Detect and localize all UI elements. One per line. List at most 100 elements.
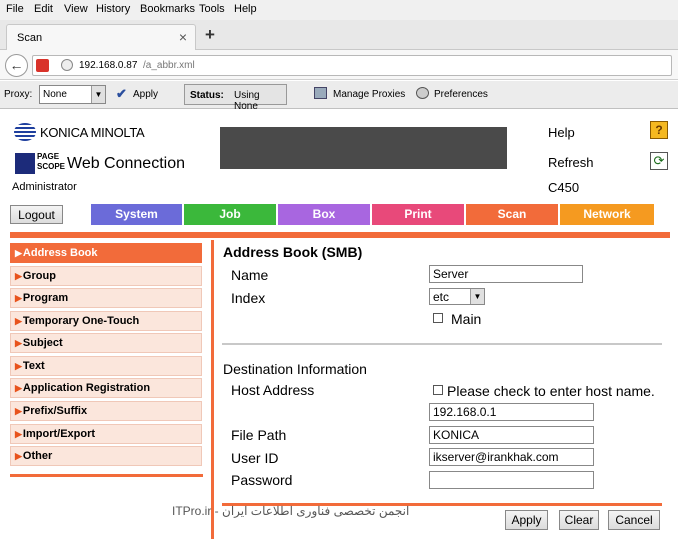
host-name-checkbox-label: Please check to enter host name.	[447, 383, 655, 399]
menu-history[interactable]: History	[96, 3, 130, 15]
menu-bar: File Edit View History Bookmarks Tools H…	[0, 0, 678, 20]
pagescope-logo-icon	[15, 153, 35, 174]
sidebar-item-label: Application Registration	[22, 382, 151, 394]
preferences-button[interactable]: Preferences	[434, 89, 488, 100]
proxy-select-value: None	[43, 89, 67, 100]
watermark-text: انجمن تخصصی فناوری اطلاعات ایران - ITPro…	[172, 504, 410, 518]
proxy-label: Proxy:	[4, 89, 33, 100]
sidebar-item-address-book[interactable]: ▶Address Book	[10, 243, 202, 263]
clear-button[interactable]: Clear	[559, 510, 599, 530]
checkmark-icon: ✔	[116, 86, 127, 101]
sidebar-item-label: Temporary One-Touch	[22, 315, 140, 327]
sidebar-item-label: Group	[22, 270, 56, 282]
pagescope-line2: SCOPE	[37, 162, 66, 171]
network-icon	[314, 87, 327, 99]
sidebar-item-program[interactable]: ▶Program	[10, 288, 202, 308]
arrow-right-icon: ▶	[15, 271, 22, 281]
user-id-input[interactable]: ikserver@irankhak.com	[429, 448, 594, 466]
password-label: Password	[231, 472, 293, 488]
menu-bookmarks[interactable]: Bookmarks	[140, 3, 195, 15]
menu-tools[interactable]: Tools	[199, 3, 225, 15]
main-checkbox-label: Main	[451, 311, 482, 327]
browser-tab-scan[interactable]: Scan ×	[6, 24, 196, 51]
proxy-select[interactable]: None ▼	[39, 85, 106, 104]
menu-help[interactable]: Help	[234, 3, 257, 15]
proxy-toolbar: Proxy: None ▼ ✔ Apply Status: Using None…	[0, 81, 678, 112]
host-address-label: Host Address	[231, 382, 315, 398]
index-label: Index	[231, 290, 266, 306]
arrow-right-icon: ▶	[15, 361, 22, 371]
site-identity-icon[interactable]	[36, 59, 49, 72]
sidebar-item-temporary-one-touch[interactable]: ▶Temporary One-Touch	[10, 311, 202, 331]
arrow-right-icon: ▶	[15, 406, 22, 416]
help-icon[interactable]: ?	[650, 121, 668, 139]
password-input[interactable]	[429, 471, 594, 489]
sidebar-item-other[interactable]: ▶Other	[10, 446, 202, 466]
tab-box[interactable]: Box	[278, 204, 372, 225]
index-select[interactable]: etc ▼	[429, 288, 485, 305]
tab-scan[interactable]: Scan	[466, 204, 560, 225]
name-label: Name	[231, 267, 269, 283]
sidebar-item-label: Subject	[22, 337, 63, 349]
apply-button[interactable]: Apply	[505, 510, 548, 530]
refresh-icon[interactable]: ⟳	[650, 152, 668, 170]
sidebar-item-label: Text	[22, 360, 45, 372]
help-link[interactable]: Help	[548, 125, 575, 140]
new-tab-icon[interactable]: +	[205, 25, 215, 45]
sidebar-item-subject[interactable]: ▶Subject	[10, 333, 202, 353]
user-id-label: User ID	[231, 450, 279, 466]
model-name: C450	[548, 180, 580, 195]
url-host: 192.168.0.87	[79, 60, 138, 71]
tab-job[interactable]: Job	[184, 204, 278, 225]
chevron-down-icon[interactable]: ▼	[470, 289, 484, 304]
file-path-input[interactable]: KONICA	[429, 426, 594, 444]
arrow-right-icon: ▶	[15, 338, 22, 348]
url-path: /a_abbr.xml	[143, 60, 195, 71]
sidebar-item-application-registration[interactable]: ▶Application Registration	[10, 378, 202, 398]
file-path-label: File Path	[231, 427, 287, 443]
apply-proxy-button[interactable]: Apply	[133, 89, 158, 100]
user-role: Administrator	[12, 181, 77, 193]
url-bar[interactable]: 192.168.0.87 /a_abbr.xml	[32, 55, 672, 76]
status-box: Status: Using None	[184, 84, 287, 112]
manage-proxies-button[interactable]: Manage Proxies	[333, 89, 405, 100]
product-name: Web Connection	[67, 155, 185, 172]
sidebar-item-prefix-suffix[interactable]: ▶Prefix/Suffix	[10, 401, 202, 421]
arrow-right-icon: ▶	[15, 248, 22, 258]
status-value: Using None	[234, 90, 260, 112]
sidebar-item-group[interactable]: ▶Group	[10, 266, 202, 286]
cancel-button[interactable]: Cancel	[608, 510, 660, 530]
tab-network[interactable]: Network	[560, 204, 654, 225]
logout-button[interactable]: Logout	[10, 205, 63, 224]
host-address-input[interactable]: 192.168.0.1	[429, 403, 594, 421]
tab-print[interactable]: Print	[372, 204, 466, 225]
menu-file[interactable]: File	[6, 3, 24, 15]
arrow-right-icon: ▶	[15, 429, 22, 439]
globe-icon	[61, 59, 73, 71]
arrow-right-icon: ▶	[15, 316, 22, 326]
sidebar-item-label: Other	[22, 450, 53, 462]
web-connection-page: KONICA MINOLTA PAGE SCOPE Web Connection…	[0, 110, 678, 539]
section-divider	[222, 343, 662, 345]
sidebar-item-label: Program	[22, 292, 69, 304]
sidebar-item-label: Import/Export	[22, 428, 96, 440]
name-input[interactable]: Server	[429, 265, 583, 283]
refresh-link[interactable]: Refresh	[548, 155, 594, 170]
chevron-down-icon[interactable]: ▼	[91, 86, 105, 103]
host-name-checkbox[interactable]	[433, 385, 443, 395]
back-arrow-icon[interactable]: ←	[5, 54, 28, 77]
sidebar-item-label: Prefix/Suffix	[22, 405, 88, 417]
sidebar-item-import-export[interactable]: ▶Import/Export	[10, 424, 202, 444]
sidebar-item-text[interactable]: ▶Text	[10, 356, 202, 376]
content-vertical-divider	[211, 240, 214, 539]
accent-divider	[10, 232, 670, 238]
menu-edit[interactable]: Edit	[34, 3, 53, 15]
tab-system[interactable]: System	[91, 204, 184, 225]
index-select-value: etc	[433, 290, 450, 304]
sidebar-bottom-divider	[10, 474, 203, 477]
main-checkbox[interactable]	[433, 313, 443, 323]
arrow-right-icon: ▶	[15, 383, 22, 393]
tab-close-icon[interactable]: ×	[179, 29, 187, 45]
menu-view[interactable]: View	[64, 3, 88, 15]
arrow-right-icon: ▶	[15, 451, 22, 461]
